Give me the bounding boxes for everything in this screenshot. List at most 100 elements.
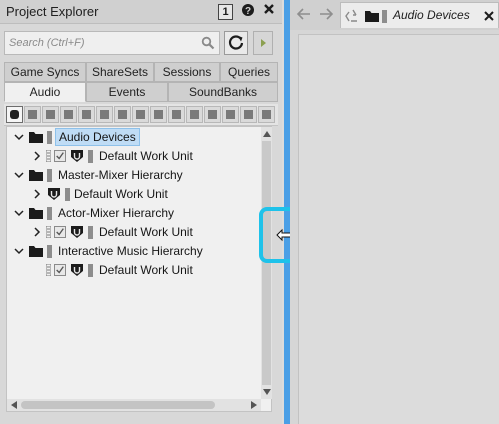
refresh-button[interactable]: [224, 31, 248, 55]
switch-container-tool-icon[interactable]: [150, 106, 167, 123]
bus-tool-icon[interactable]: [78, 106, 95, 123]
sync-selection-button[interactable]: [253, 31, 273, 55]
color-bar: [47, 169, 52, 182]
panel-titlebar: Project Explorer 1 ?: [0, 0, 282, 24]
color-bar: [382, 10, 387, 23]
tree-row-work-unit[interactable]: Default Work Unit: [7, 223, 257, 242]
tree-item-label[interactable]: Master-Mixer Hierarchy: [58, 168, 183, 182]
music-segment-tool-icon[interactable]: [240, 106, 257, 123]
back-arrow-icon[interactable]: [296, 6, 312, 22]
tree-item-label[interactable]: Default Work Unit: [74, 187, 168, 201]
tree-item-label[interactable]: Default Work Unit: [99, 225, 193, 239]
scroll-up-icon[interactable]: [262, 129, 272, 139]
workunit-icon: [48, 188, 60, 200]
create-object-toolbar: [4, 104, 278, 126]
color-bar: [65, 188, 70, 201]
music-switch-tool-icon[interactable]: [204, 106, 221, 123]
random-container-tool-icon[interactable]: [132, 106, 149, 123]
help-icon[interactable]: ?: [240, 3, 256, 20]
tree-row-work-unit[interactable]: Default Work Unit: [7, 261, 257, 280]
tab-soundbanks[interactable]: SoundBanks: [168, 82, 278, 102]
checkbox-checked-icon[interactable]: [54, 264, 66, 276]
chevron-right-icon[interactable]: [31, 225, 43, 239]
music-playlist-tool-icon[interactable]: [222, 106, 239, 123]
folder-icon: [29, 208, 43, 219]
chevron-down-icon[interactable]: [13, 206, 25, 220]
refresh-icon: [228, 35, 244, 50]
vertical-scroll-thumb[interactable]: [262, 141, 271, 385]
workunit-icon: [71, 226, 83, 238]
tree-item-label[interactable]: Default Work Unit: [99, 149, 193, 163]
recycle-icon: [345, 9, 357, 22]
drag-handle-icon[interactable]: [46, 226, 51, 238]
checkbox-checked-icon[interactable]: [54, 150, 66, 162]
forward-arrow-icon[interactable]: [318, 6, 334, 22]
scroll-right-icon[interactable]: [249, 400, 259, 410]
workunit-icon: [71, 150, 83, 162]
close-tab-icon[interactable]: [484, 11, 494, 21]
workunit-icon: [71, 264, 83, 276]
search-box: [4, 31, 220, 55]
workunit-tool-icon[interactable]: [6, 106, 23, 123]
color-bar: [47, 245, 52, 258]
drag-handle-icon[interactable]: [46, 264, 51, 276]
checkbox-checked-icon[interactable]: [54, 226, 66, 238]
drag-handle-icon[interactable]: [46, 150, 51, 162]
horizontal-scroll-thumb[interactable]: [21, 401, 215, 409]
color-bar: [88, 150, 93, 163]
document-content-area[interactable]: [298, 34, 499, 424]
tab-sessions[interactable]: Sessions: [154, 62, 220, 82]
document-panel: Audio Devices: [290, 0, 499, 424]
folder-tool-icon[interactable]: [24, 106, 41, 123]
aux-bus-tool-icon[interactable]: [96, 106, 113, 123]
tab-queries[interactable]: Queries: [220, 62, 278, 82]
color-bar: [47, 131, 52, 144]
document-tab[interactable]: Audio Devices: [340, 2, 499, 28]
tree-item-label[interactable]: Default Work Unit: [99, 263, 193, 277]
music-track-tool-icon[interactable]: [258, 106, 275, 123]
blend-tool-icon[interactable]: [114, 106, 131, 123]
document-tab-title[interactable]: Audio Devices: [393, 8, 470, 22]
tree-row-master-mixer[interactable]: Master-Mixer Hierarchy: [7, 166, 257, 185]
chevron-down-icon[interactable]: [13, 130, 25, 144]
sound-tool-icon[interactable]: [168, 106, 185, 123]
scroll-left-icon[interactable]: [9, 400, 19, 410]
tab-events[interactable]: Events: [86, 82, 168, 102]
tree-item-label[interactable]: Actor-Mixer Hierarchy: [58, 206, 174, 220]
folder-icon: [29, 132, 43, 143]
tab-sharesets[interactable]: ShareSets: [86, 62, 154, 82]
folder-icon: [365, 11, 379, 22]
horizontal-scrollbar[interactable]: [7, 399, 261, 411]
tab-audio[interactable]: Audio: [4, 82, 86, 102]
search-icon[interactable]: [201, 36, 215, 50]
vertical-scrollbar[interactable]: [261, 127, 272, 399]
svg-text:?: ?: [245, 6, 251, 17]
instance-number-badge[interactable]: 1: [218, 4, 233, 20]
tree-item-label[interactable]: Interactive Music Hierarchy: [58, 244, 203, 258]
tree-item-label[interactable]: Audio Devices: [55, 128, 140, 146]
color-bar: [47, 207, 52, 220]
color-bar: [88, 264, 93, 277]
tree-row-actor-mixer[interactable]: Actor-Mixer Hierarchy: [7, 204, 257, 223]
physical-folder-tool-icon[interactable]: [42, 106, 59, 123]
panel-title: Project Explorer: [6, 4, 99, 19]
tree-row-interactive-music[interactable]: Interactive Music Hierarchy: [7, 242, 257, 261]
close-icon[interactable]: [261, 3, 277, 20]
chevron-right-icon[interactable]: [31, 187, 43, 201]
tree-row-audio-devices[interactable]: Audio Devices: [7, 128, 257, 147]
chevron-right-icon[interactable]: [31, 149, 43, 163]
scroll-down-icon[interactable]: [262, 387, 272, 397]
search-row: [4, 31, 278, 55]
tree-view[interactable]: Audio Devices Default Work Unit Master-M…: [6, 126, 272, 412]
tree-row-work-unit[interactable]: Default Work Unit: [7, 147, 257, 166]
tab-game-syncs[interactable]: Game Syncs: [4, 62, 86, 82]
tree-row-work-unit[interactable]: Default Work Unit: [7, 185, 257, 204]
project-explorer-panel: Project Explorer 1 ? Game Syncs ShareSet…: [0, 0, 282, 424]
voice-tool-icon[interactable]: [186, 106, 203, 123]
chevron-down-icon[interactable]: [13, 244, 25, 258]
folder-icon: [29, 246, 43, 257]
arrow-right-icon: [261, 39, 266, 47]
chevron-down-icon[interactable]: [13, 168, 25, 182]
mixer-tool-icon[interactable]: [60, 106, 77, 123]
search-input[interactable]: [9, 35, 194, 51]
